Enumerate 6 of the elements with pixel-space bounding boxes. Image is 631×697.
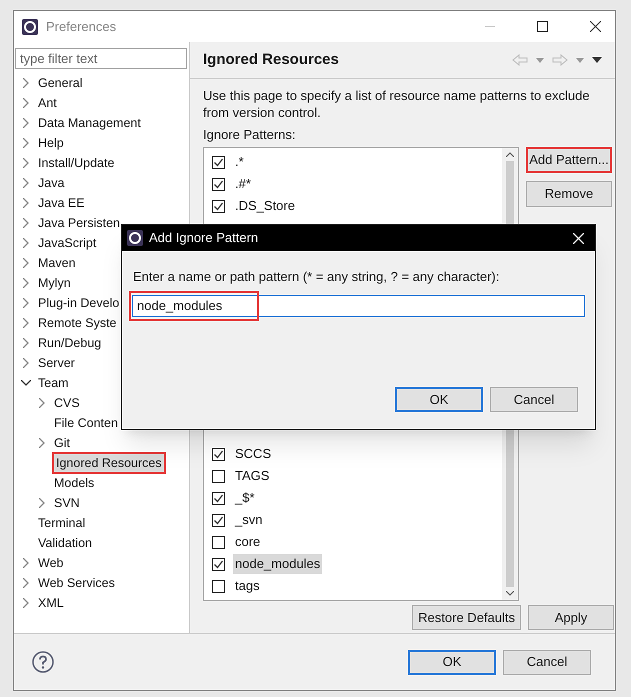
dialog-prompt: Enter a name or path pattern (* = any string, ? = any character): <box>133 268 500 286</box>
dialog-title: Add Ignore Pattern <box>149 229 258 248</box>
list-label: Ignore Patterns: <box>203 126 296 143</box>
page-title: Ignored Resources <box>203 50 339 70</box>
page-description: Use this page to specify a list of resource name patterns to exclude from version control. <box>203 87 591 121</box>
window-title: Preferences <box>46 18 116 36</box>
